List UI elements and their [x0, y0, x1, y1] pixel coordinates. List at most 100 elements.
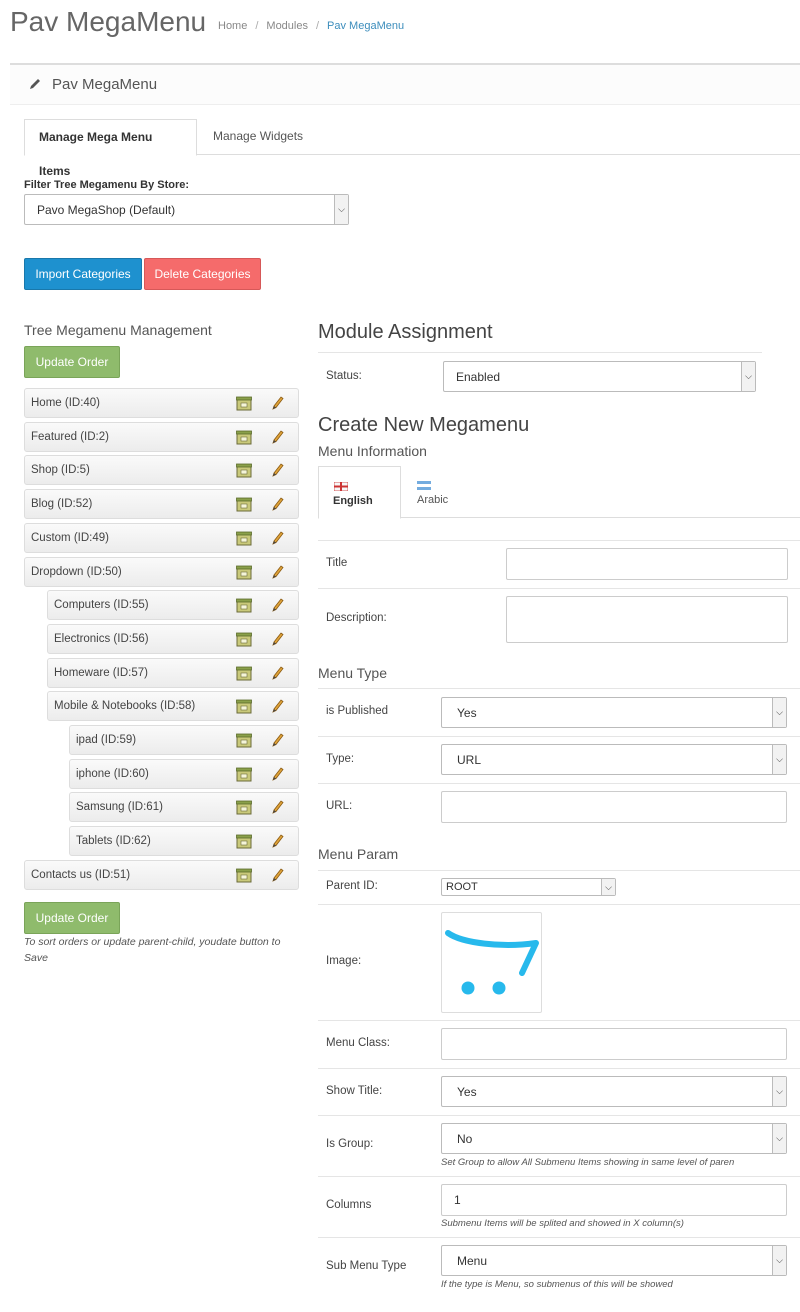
divider [318, 1237, 800, 1238]
delete-icon[interactable] [236, 834, 252, 849]
is-group-value: No [457, 1131, 473, 1146]
import-categories-button[interactable]: Import Categories [24, 258, 142, 290]
create-megamenu-title: Create New Megamenu [318, 414, 530, 436]
page-title: Pav MegaMenu [10, 6, 207, 37]
edit-pencil-icon[interactable] [270, 834, 284, 849]
tree-item-label: Mobile & Notebooks (ID:58) [54, 700, 196, 712]
tab-manage-mega-menu-items[interactable]: Manage Mega Menu Items [24, 119, 197, 178]
delete-icon[interactable] [236, 565, 252, 580]
uk-flag-icon [334, 482, 348, 491]
image-preview[interactable] [441, 912, 542, 1013]
tab-arabic[interactable]: Arabic [403, 466, 473, 518]
parent-id-value: ROOT [446, 881, 478, 893]
status-value: Enabled [456, 369, 501, 384]
edit-pencil-icon[interactable] [270, 598, 284, 613]
update-order-button-bottom[interactable]: Update Order [24, 902, 120, 934]
chevron-down-icon: ⌵ [772, 1077, 786, 1106]
tree-item[interactable]: Shop (ID:5) [24, 455, 299, 485]
tree-item[interactable]: Electronics (ID:56) [47, 624, 299, 654]
columns-help: Submenu Items will be splited and showed… [441, 1218, 684, 1229]
delete-icon[interactable] [236, 396, 252, 411]
tree-item-label: iphone (ID:60) [76, 768, 149, 780]
breadcrumb-modules[interactable]: Modules [266, 20, 308, 32]
chevron-down-icon: ⌵ [741, 362, 755, 391]
chevron-down-icon: ⌵ [772, 745, 786, 774]
show-title-label: Show Title: [326, 1085, 383, 1097]
delete-icon[interactable] [236, 767, 252, 782]
tree-item[interactable]: Featured (ID:2) [24, 422, 299, 452]
tab-manage-widgets[interactable]: Manage Widgets [199, 119, 317, 155]
delete-icon[interactable] [236, 497, 252, 512]
type-value: URL [457, 752, 482, 767]
delete-icon[interactable] [236, 598, 252, 613]
delete-icon[interactable] [236, 868, 252, 883]
delete-icon[interactable] [236, 800, 252, 815]
edit-pencil-icon[interactable] [270, 497, 284, 512]
is-group-select[interactable]: No ⌵ [441, 1123, 787, 1154]
tree-item-label: Home (ID:40) [31, 397, 101, 409]
delete-icon[interactable] [236, 632, 252, 647]
status-select[interactable]: Enabled ⌵ [443, 361, 756, 392]
type-select[interactable]: URL ⌵ [441, 744, 787, 775]
edit-pencil-icon[interactable] [270, 767, 284, 782]
tree-item[interactable]: Mobile & Notebooks (ID:58) [47, 691, 299, 721]
panel-heading: Pav MegaMenu [10, 63, 800, 105]
tree-item[interactable]: Tablets (ID:62) [69, 826, 299, 856]
panel-title: Pav MegaMenu [52, 76, 158, 93]
divider [318, 688, 800, 689]
delete-icon[interactable] [236, 699, 252, 714]
delete-icon[interactable] [236, 733, 252, 748]
edit-pencil-icon[interactable] [270, 800, 284, 815]
delete-icon[interactable] [236, 463, 252, 478]
is-group-help: Set Group to allow All Submenu Items sho… [441, 1157, 735, 1168]
breadcrumb-separator: / [315, 20, 320, 32]
edit-pencil-icon[interactable] [270, 463, 284, 478]
delete-icon[interactable] [236, 430, 252, 445]
delete-icon[interactable] [236, 666, 252, 681]
breadcrumb-home[interactable]: Home [218, 20, 247, 32]
tree-item[interactable]: Blog (ID:52) [24, 489, 299, 519]
submenu-type-help: If the type is Menu, so submenus of this… [441, 1279, 673, 1290]
published-select[interactable]: Yes ⌵ [441, 697, 787, 728]
edit-pencil-icon[interactable] [270, 396, 284, 411]
parent-id-select[interactable]: ROOT ⌵ [441, 878, 616, 896]
url-input[interactable] [441, 791, 787, 823]
tree-note: To sort orders or update parent-child, y… [24, 936, 281, 964]
tree-item-label: Electronics (ID:56) [54, 633, 149, 645]
delete-icon[interactable] [236, 531, 252, 546]
type-label: Type: [326, 753, 355, 765]
tree-item[interactable]: Custom (ID:49) [24, 523, 299, 553]
menu-class-input[interactable] [441, 1028, 787, 1060]
description-textarea[interactable] [506, 596, 788, 643]
tree-item[interactable]: Contacts us (ID:51) [24, 860, 299, 890]
edit-pencil-icon[interactable] [270, 699, 284, 714]
show-title-select[interactable]: Yes ⌵ [441, 1076, 787, 1107]
store-filter-select[interactable]: Pavo MegaShop (Default) ⌵ [24, 194, 349, 225]
tree-item[interactable]: Home (ID:40) [24, 388, 299, 418]
edit-pencil-icon[interactable] [270, 565, 284, 580]
edit-pencil-icon[interactable] [270, 430, 284, 445]
tree-item[interactable]: iphone (ID:60) [69, 759, 299, 789]
tree-item[interactable]: Samsung (ID:61) [69, 792, 299, 822]
tree-item[interactable]: Homeware (ID:57) [47, 658, 299, 688]
status-label: Status: [326, 370, 362, 382]
breadcrumb-current[interactable]: Pav MegaMenu [327, 20, 404, 32]
tab-english[interactable]: English [318, 466, 401, 519]
edit-pencil-icon[interactable] [270, 868, 284, 883]
tree-item[interactable]: Dropdown (ID:50) [24, 557, 299, 587]
tab-arabic-label: Arabic [417, 494, 449, 506]
tree-item[interactable]: ipad (ID:59) [69, 725, 299, 755]
submenu-type-select[interactable]: Menu ⌵ [441, 1245, 787, 1276]
edit-pencil-icon[interactable] [270, 632, 284, 647]
columns-input[interactable]: 1 [441, 1184, 787, 1216]
title-input[interactable] [506, 548, 788, 580]
edit-pencil-icon[interactable] [270, 733, 284, 748]
tree-item[interactable]: Computers (ID:55) [47, 590, 299, 620]
chevron-down-icon: ⌵ [601, 879, 615, 895]
edit-pencil-icon[interactable] [270, 666, 284, 681]
edit-pencil-icon[interactable] [270, 531, 284, 546]
delete-categories-button[interactable]: Delete Categories [144, 258, 261, 290]
tree-item-label: Custom (ID:49) [31, 532, 109, 544]
divider [318, 588, 800, 589]
update-order-button-top[interactable]: Update Order [24, 346, 120, 378]
